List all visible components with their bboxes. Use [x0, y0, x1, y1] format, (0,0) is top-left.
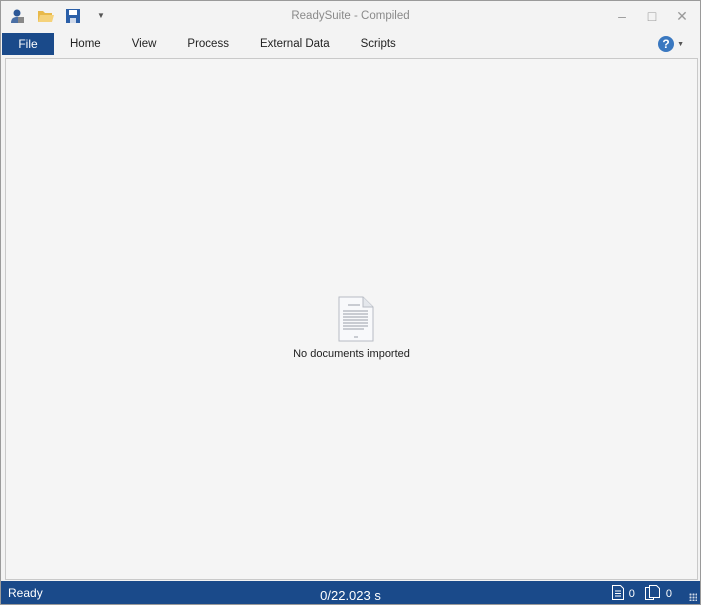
help-icon: ? [658, 36, 675, 52]
page-count: 0 [665, 588, 672, 600]
window-title: ReadySuite - Compiled [291, 10, 410, 22]
status-bar: Ready 0/22.023 s 0 0 [1, 581, 700, 604]
file-tab[interactable]: File [2, 33, 54, 55]
title-bar: ▼ ReadySuite - Compiled – □ ✕ [1, 1, 700, 32]
chevron-down-icon: ▼ [677, 40, 684, 48]
document-area: No documents imported [5, 58, 698, 580]
empty-state-message: No documents imported [293, 348, 410, 360]
maximize-button[interactable]: □ [644, 7, 660, 25]
document-icon [338, 296, 374, 342]
tab-scripts[interactable]: Scripts [345, 33, 411, 55]
tab-view[interactable]: View [116, 33, 172, 55]
ribbon: File Home View Process External Data Scr… [1, 33, 700, 55]
minimize-button[interactable]: – [614, 7, 630, 25]
tab-external-data[interactable]: External Data [244, 33, 345, 55]
close-button[interactable]: ✕ [674, 7, 690, 25]
page-count-icon [644, 585, 661, 603]
tab-process[interactable]: Process [171, 33, 244, 55]
resize-grip[interactable] [689, 593, 697, 601]
document-count: 0 [628, 588, 635, 600]
timer-readout: 0/22.023 s [320, 588, 381, 603]
help-button[interactable]: ? ▼ [658, 36, 684, 52]
tab-home[interactable]: Home [54, 33, 116, 55]
document-count-icon [611, 585, 624, 603]
